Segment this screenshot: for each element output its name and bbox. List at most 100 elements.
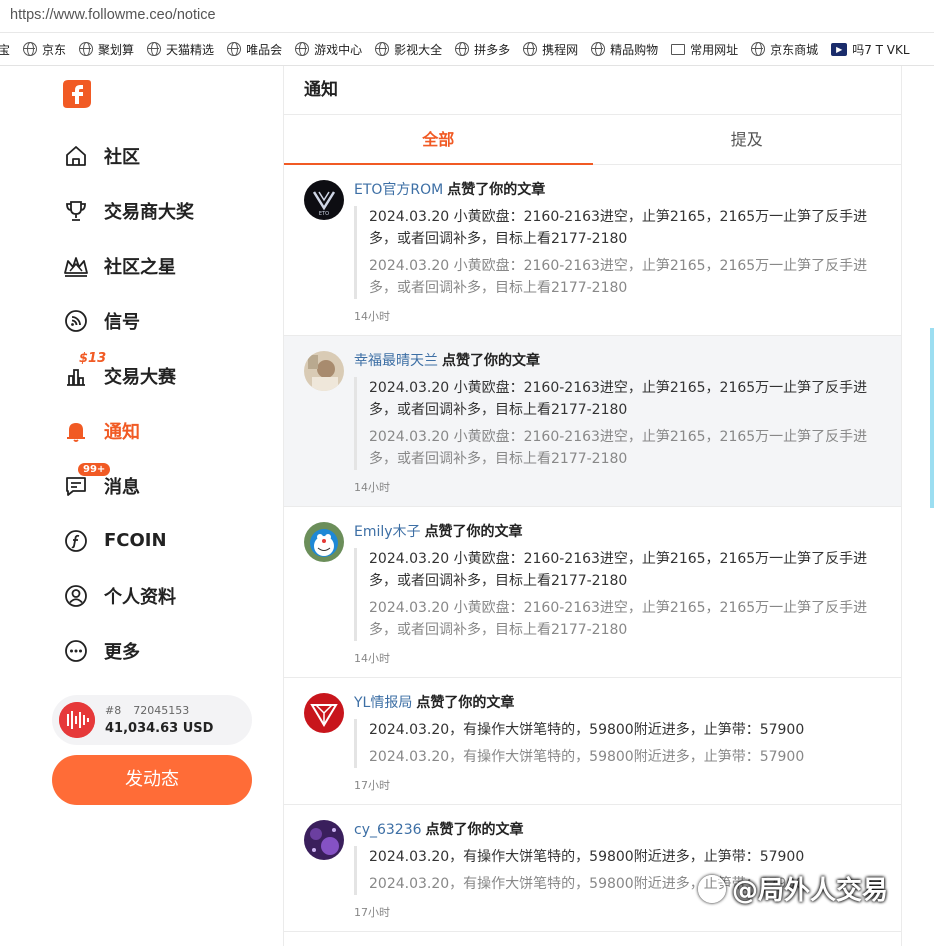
globe-icon [523,42,538,56]
bookmark-label: 唯品会 [246,42,283,57]
bookmark-item[interactable]: 唯品会 [227,41,282,58]
user-avatar[interactable] [304,693,344,733]
nav-label: 社区 [104,146,140,168]
url-text[interactable]: https://www.followme.ceo/notice [10,7,216,23]
bookmark-label: 精品购物 [610,42,659,57]
bookmark-item[interactable]: 影视大全 [375,41,442,58]
nav-item-trading-contest[interactable]: $13 交易大赛 [62,348,272,403]
message-icon: 99+ [62,462,111,500]
unread-badge: 99+ [78,462,111,476]
nav-item-notice[interactable]: 通知 [62,403,272,458]
notice-action: 点赞了你的文章 [425,822,524,838]
username-link[interactable]: cy_63236 [354,822,422,838]
bookmark-item[interactable]: 携程网 [523,41,578,58]
notice-item[interactable]: 幸福最晴天兰 点赞了你的文章 2024.03.20 小黄欧盘：2160-2163进… [284,336,901,507]
bookmark-item[interactable]: 天猫精选 [147,41,214,58]
nav-label: 交易大赛 [104,366,176,388]
bookmark-folder[interactable]: 常用网址 [671,41,738,58]
nav-item-profile[interactable]: 个人资料 [62,568,272,623]
bookmark-item[interactable]: 游戏中心 [295,41,362,58]
account-summary[interactable]: #8 72045153 41,034.63 USD [52,695,252,745]
notice-time: 14小时 [354,310,390,323]
notice-item[interactable]: cy_63236 点赞了你的文章 2024.03.20，有操作大饼笔特的，5980… [284,805,901,932]
quote-text: 2024.03.20 小黄欧盘：2160-2163进空，止笋2165，2165万… [369,209,868,247]
bell-icon [62,417,90,445]
notice-header: ETO官方ROM 点赞了你的文章 [354,180,881,200]
nav-item-fcoin[interactable]: FCOIN [62,513,272,568]
nav-label: 消息 [104,476,140,498]
bookmark-item[interactable]: ▶ 吗7 T VKL [831,41,910,58]
article-quote[interactable]: 2024.03.20，有操作大饼笔特的，59800附近进多，止笋带：57900 … [354,719,881,768]
globe-icon [79,42,94,56]
username-link[interactable]: Emily木子 [354,524,421,540]
followme-logo-icon[interactable] [62,78,92,110]
user-avatar[interactable] [304,820,344,860]
bookmark-item[interactable]: 京东商城 [751,41,818,58]
nav-item-community-star[interactable]: 社区之星 [62,238,272,293]
globe-icon [751,42,766,56]
bookmark-item[interactable]: 精品购物 [591,41,658,58]
notice-header: YL情报局 点赞了你的文章 [354,693,881,713]
quote-text: 2024.03.20 小黄欧盘：2160-2163进空，止笋2165，2165万… [369,551,868,589]
crown-icon [62,252,90,280]
notice-time: 14小时 [354,652,390,665]
watermark-logo-icon [698,874,726,903]
username-link[interactable]: YL情报局 [354,695,412,711]
bookmark-label: 影视大全 [394,42,443,57]
notice-time: 17小时 [354,779,390,792]
user-avatar[interactable]: ETO [304,180,344,220]
notice-item[interactable]: ETO ETO官方ROM 点赞了你的文章 2024.03.20 小黄欧盘：2160… [284,165,901,336]
account-balance: 41,034.63 USD [105,721,214,736]
bookmark-item[interactable]: 宝 [0,41,10,58]
nav-label: 交易商大奖 [104,201,194,223]
article-quote[interactable]: 2024.03.20 小黄欧盘：2160-2163进空，止笋2165，2165万… [354,206,881,299]
notice-action: 点赞了你的文章 [447,182,546,198]
contest-badge: $13 [79,350,107,366]
sidebar-nav: 社区 交易商大奖 社区之星 信号 $13 交易大赛 通知 99+ 消息 FCOI… [62,128,272,678]
address-bar[interactable]: https://www.followme.ceo/notice [0,0,934,33]
nav-item-community[interactable]: 社区 [62,128,272,183]
watermark-text: @局外人交易 [732,876,889,906]
bookmark-label: 常用网址 [690,42,739,57]
bookmark-label: 聚划算 [98,42,135,57]
chart-icon: $13 [62,351,106,390]
notice-action: 点赞了你的文章 [416,695,515,711]
user-avatar[interactable] [304,351,344,391]
bookmark-label: 京东商城 [770,42,819,57]
quote-text-secondary: 2024.03.20 小黄欧盘：2160-2163进空，止笋2165，2165万… [369,429,868,467]
fcoin-icon [62,527,90,555]
notice-header: Emily木子 点赞了你的文章 [354,522,881,542]
more-icon [62,637,90,665]
bookmark-item[interactable]: 拼多多 [455,41,510,58]
notice-item[interactable]: YL情报局 点赞了你的文章 2024.03.20，有操作大饼笔特的，59800附近… [284,678,901,805]
nav-item-more[interactable]: 更多 [62,623,272,678]
user-avatar[interactable] [304,522,344,562]
bookmark-item[interactable]: 京东 [23,41,66,58]
nav-label: FCOIN [104,530,167,551]
watermark: @局外人交易 [698,870,888,907]
tab-all[interactable]: 全部 [284,115,593,165]
notice-item[interactable]: Emily木子 点赞了你的文章 2024.03.20 小黄欧盘：2160-2163… [284,507,901,678]
nav-item-messages[interactable]: 99+ 消息 [62,458,272,513]
bookmark-item[interactable]: 聚划算 [79,41,134,58]
user-avatar [59,702,95,738]
page-title: 通知 [284,66,901,115]
bookmark-label: 京东 [42,42,67,57]
account-id: 72045153 [133,704,190,717]
post-button[interactable]: 发动态 [52,755,252,805]
quote-text: 2024.03.20，有操作大饼笔特的，59800附近进多，止笋带：57900 [369,722,805,738]
nav-label: 通知 [104,421,140,443]
article-quote[interactable]: 2024.03.20 小黄欧盘：2160-2163进空，止笋2165，2165万… [354,548,881,641]
tab-mentions[interactable]: 提及 [593,115,902,164]
account-rank: #8 72045153 [105,704,201,717]
username-link[interactable]: ETO官方ROM [354,182,443,198]
bookmark-label: 拼多多 [474,42,511,57]
nav-item-broker-award[interactable]: 交易商大奖 [62,183,272,238]
quote-text-secondary: 2024.03.20 小黄欧盘：2160-2163进空，止笋2165，2165万… [369,258,868,296]
bookmark-label: 携程网 [542,42,579,57]
article-quote[interactable]: 2024.03.20 小黄欧盘：2160-2163进空，止笋2165，2165万… [354,377,881,470]
nav-item-signal[interactable]: 信号 [62,293,272,348]
username-link[interactable]: 幸福最晴天兰 [354,353,438,369]
bookmark-label: 吗7 T VKL [852,42,910,57]
nav-label: 信号 [104,311,140,333]
